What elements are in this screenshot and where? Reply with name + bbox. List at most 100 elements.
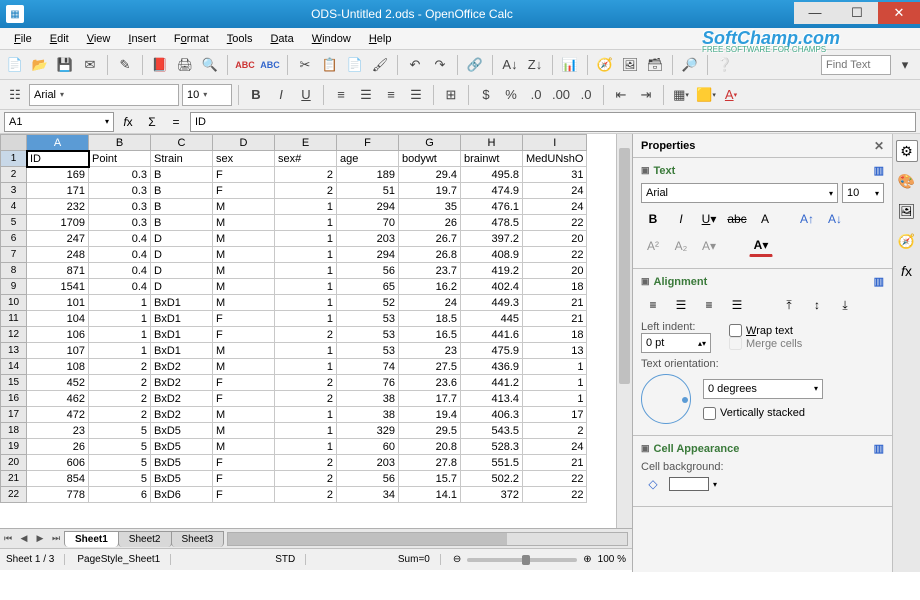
row-header-15[interactable]: 15	[1, 375, 27, 391]
cell[interactable]: 22	[523, 215, 587, 231]
section-cellapp-header[interactable]: ▣Cell Appearance▥	[641, 442, 884, 455]
cell[interactable]: B	[151, 215, 213, 231]
align-justify-button[interactable]: ☰	[405, 84, 427, 106]
cell[interactable]: 27.5	[399, 359, 461, 375]
panel-fontcolor-button[interactable]: A▾	[749, 235, 773, 257]
cell[interactable]: 13	[523, 343, 587, 359]
cell[interactable]: 18	[523, 327, 587, 343]
align-left-button[interactable]: ≡	[330, 84, 352, 106]
minimize-button[interactable]: —	[794, 2, 836, 24]
cell[interactable]: 247	[27, 231, 89, 247]
cell[interactable]: 5	[89, 423, 151, 439]
cell[interactable]: 14.1	[399, 487, 461, 503]
cell[interactable]: BxD2	[151, 391, 213, 407]
status-sum[interactable]: Sum=0	[398, 554, 441, 565]
spreadsheet-grid[interactable]: ABCDEFGHI1IDPointStrainsexsex#agebodywtb…	[0, 134, 632, 528]
cell[interactable]: 1	[275, 215, 337, 231]
pdf-button[interactable]: 📕	[149, 54, 171, 76]
cell-bg-color[interactable]	[669, 477, 709, 491]
cell[interactable]: M	[213, 295, 275, 311]
cell[interactable]: M	[213, 215, 275, 231]
cell[interactable]: 0.3	[89, 215, 151, 231]
cell[interactable]: 462	[27, 391, 89, 407]
cell[interactable]: 19.4	[399, 407, 461, 423]
cell[interactable]: sex	[213, 151, 275, 167]
row-header-4[interactable]: 4	[1, 199, 27, 215]
cell[interactable]: 2	[275, 183, 337, 199]
cell[interactable]: 20.8	[399, 439, 461, 455]
menu-format[interactable]: Format	[166, 31, 217, 47]
cell[interactable]: BxD5	[151, 455, 213, 471]
formula-input[interactable]	[190, 112, 916, 132]
cell[interactable]: 1541	[27, 279, 89, 295]
col-header-A[interactable]: A	[27, 135, 89, 151]
print-button[interactable]: 🖨	[174, 54, 196, 76]
cell[interactable]: 34	[337, 487, 399, 503]
cell[interactable]: 19.7	[399, 183, 461, 199]
panel-valign-mid[interactable]: ↕	[805, 294, 829, 316]
cell[interactable]: M	[213, 263, 275, 279]
tab-last-button[interactable]: ⏭	[48, 531, 64, 547]
cell[interactable]: 23	[27, 423, 89, 439]
cell[interactable]: 2	[275, 487, 337, 503]
bold-button[interactable]: B	[245, 84, 267, 106]
cell[interactable]: 419.2	[461, 263, 523, 279]
cell[interactable]: 2	[275, 455, 337, 471]
menu-data[interactable]: Data	[262, 31, 301, 47]
panel-bold-button[interactable]: B	[641, 208, 665, 230]
row-header-18[interactable]: 18	[1, 423, 27, 439]
panel-merge-checkbox[interactable]: Merge cells	[729, 337, 802, 350]
cell[interactable]: 778	[27, 487, 89, 503]
cell[interactable]: 22	[523, 487, 587, 503]
cell[interactable]: 26	[399, 215, 461, 231]
gallery-button[interactable]: 🖼	[619, 54, 641, 76]
cell[interactable]: 24	[523, 439, 587, 455]
cell[interactable]: 27.8	[399, 455, 461, 471]
cell[interactable]: F	[213, 311, 275, 327]
datasources-button[interactable]: 🗃	[644, 54, 666, 76]
cell[interactable]: 248	[27, 247, 89, 263]
cell[interactable]: 478.5	[461, 215, 523, 231]
cell[interactable]: 15.7	[399, 471, 461, 487]
panel-font-combo[interactable]: Arial▾	[641, 183, 838, 203]
cell[interactable]: 436.9	[461, 359, 523, 375]
cell[interactable]: 22	[523, 471, 587, 487]
row-header-14[interactable]: 14	[1, 359, 27, 375]
cell[interactable]: 53	[337, 327, 399, 343]
cell[interactable]: 38	[337, 407, 399, 423]
cell[interactable]: 452	[27, 375, 89, 391]
fontcolor-button[interactable]: A▾	[720, 84, 742, 106]
zoom-button[interactable]: 🔎	[679, 54, 701, 76]
cell[interactable]: M	[213, 407, 275, 423]
cell[interactable]: 1	[275, 295, 337, 311]
cell[interactable]: 408.9	[461, 247, 523, 263]
cell[interactable]: BxD5	[151, 471, 213, 487]
cell[interactable]: 5	[89, 471, 151, 487]
cell[interactable]: 476.1	[461, 199, 523, 215]
cell[interactable]: F	[213, 487, 275, 503]
cell[interactable]: 2	[275, 471, 337, 487]
cell[interactable]: 2	[275, 391, 337, 407]
cell[interactable]: 108	[27, 359, 89, 375]
email-button[interactable]: ✉	[79, 54, 101, 76]
panel-italic-button[interactable]: I	[669, 208, 693, 230]
cell[interactable]: 0.3	[89, 183, 151, 199]
select-all-corner[interactable]	[1, 135, 27, 151]
row-header-1[interactable]: 1	[1, 151, 27, 167]
font-name-combo[interactable]: Arial▾	[29, 84, 179, 106]
font-size-combo[interactable]: 10▾	[182, 84, 232, 106]
del-decimal-button[interactable]: .0	[575, 84, 597, 106]
strip-functions-icon[interactable]: fx	[896, 260, 918, 282]
col-header-E[interactable]: E	[275, 135, 337, 151]
cell[interactable]: 441.6	[461, 327, 523, 343]
cell[interactable]: 65	[337, 279, 399, 295]
row-header-11[interactable]: 11	[1, 311, 27, 327]
help-button[interactable]: ❔	[714, 54, 736, 76]
tab-next-button[interactable]: ▶	[32, 531, 48, 547]
find-next-icon[interactable]: ▾	[894, 54, 916, 76]
panel-shadow-button[interactable]: A	[753, 208, 777, 230]
row-header-21[interactable]: 21	[1, 471, 27, 487]
cell[interactable]: 56	[337, 471, 399, 487]
cell[interactable]: 5	[89, 439, 151, 455]
cell[interactable]: 26.8	[399, 247, 461, 263]
